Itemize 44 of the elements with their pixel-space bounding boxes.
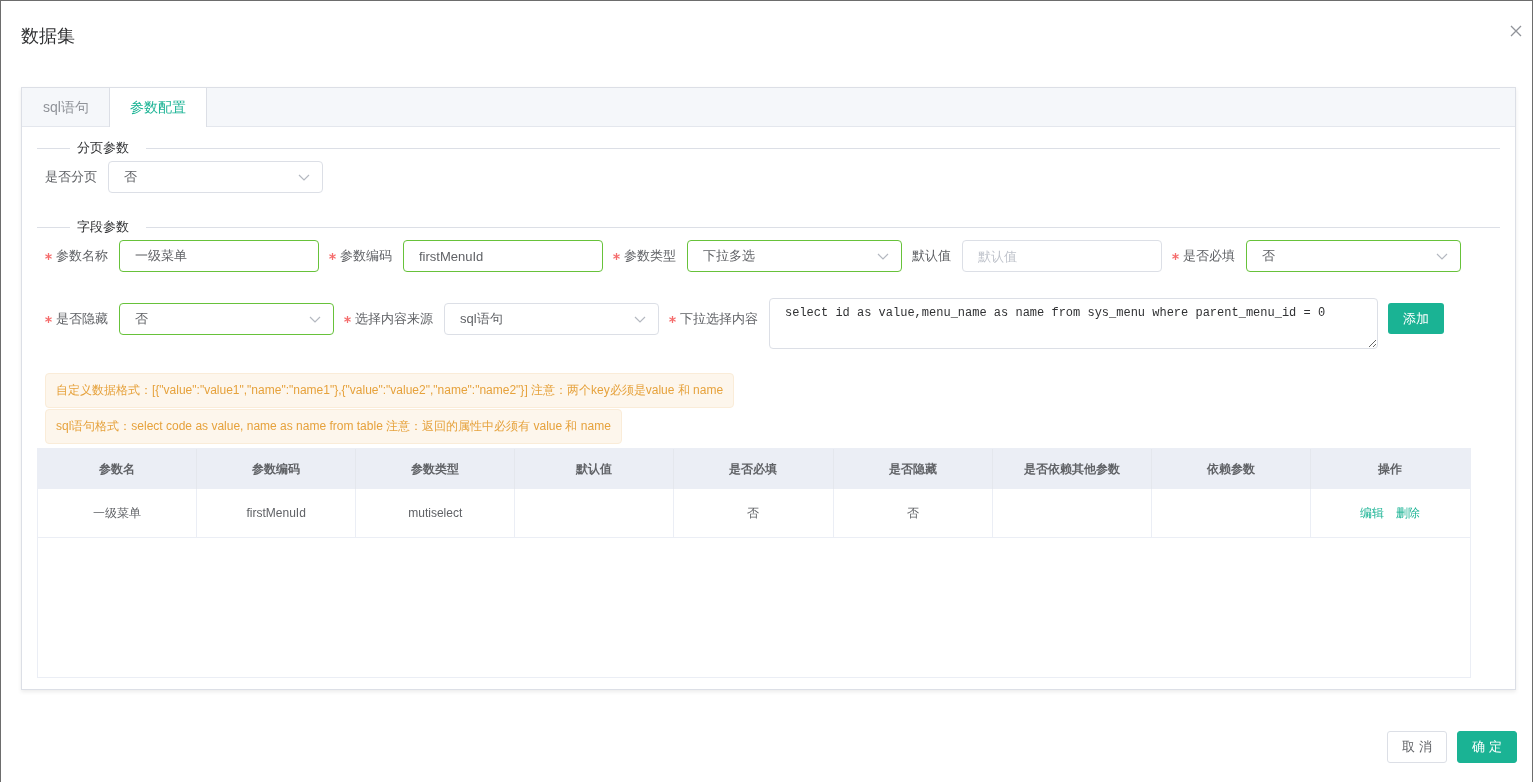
section-title: 字段参数 [77, 218, 130, 236]
field-label: 默认值 [912, 247, 951, 265]
notice-text: sql语句格式：select code as value, name as name from table 注意：返回的属性中必须有 value 和 name [45, 409, 622, 444]
column-header: 参数类型 [356, 449, 516, 489]
input-field[interactable]: 一级菜单 [119, 240, 319, 272]
field-label: 参数名称 [56, 247, 108, 265]
select-field[interactable]: sql语句 [444, 303, 659, 335]
section-title: 分页参数 [77, 139, 130, 157]
column-header: 是否必填 [674, 449, 834, 489]
table-cell: mutiselect [356, 489, 516, 538]
notice-text: 自定义数据格式：[{"value":"value1","name":"name1"},{"value":"value2","name":"name2"}] 注意：两个key必须是value 和 name [45, 373, 735, 408]
table-cell: firstMenuId [197, 489, 357, 538]
input-field[interactable]: 默认值 [962, 240, 1162, 272]
table-cell: 否 [833, 489, 993, 538]
field-label: 下拉选择内容 [680, 310, 758, 328]
field-label: 是否必填 [1183, 247, 1235, 265]
select-field[interactable]: 否 [108, 161, 323, 193]
table-cell: 否 [674, 489, 834, 538]
field-label: 参数类型 [624, 247, 676, 265]
column-header: 是否隐藏 [833, 449, 993, 489]
column-header: 参数名 [38, 449, 198, 489]
column-header: 参数编码 [197, 449, 357, 489]
chevron-down-icon [634, 315, 646, 323]
chevron-down-icon [298, 173, 310, 181]
chevron-down-icon [1436, 252, 1448, 260]
field-label: 是否隐藏 [56, 310, 108, 328]
select-field[interactable]: 否 [1246, 240, 1461, 272]
table-cell: 一级菜单 [38, 489, 198, 538]
column-header: 依赖参数 [1151, 449, 1311, 489]
close-icon[interactable] [1510, 25, 1522, 37]
input-field[interactable]: firstMenuId [403, 240, 603, 272]
column-header: 默认值 [515, 449, 675, 489]
field-label: 是否分页 [45, 168, 97, 186]
textarea-field[interactable]: select id as value,menu_name as name from sys_menu where parent_menu_id = 0 [769, 298, 1378, 349]
column-header: 操作 [1310, 449, 1470, 489]
select-field[interactable]: 下拉多选 [687, 240, 902, 272]
field-label: 参数编码 [340, 247, 392, 265]
chevron-down-icon [877, 252, 889, 260]
chevron-down-icon [309, 315, 321, 323]
select-field[interactable]: 否 [119, 303, 334, 335]
column-header: 是否依赖其他参数 [992, 449, 1152, 489]
field-label: 选择内容来源 [355, 310, 433, 328]
cancel-button[interactable]: 取 消 [1387, 731, 1447, 763]
dialog-title: 数据集 [21, 25, 75, 48]
